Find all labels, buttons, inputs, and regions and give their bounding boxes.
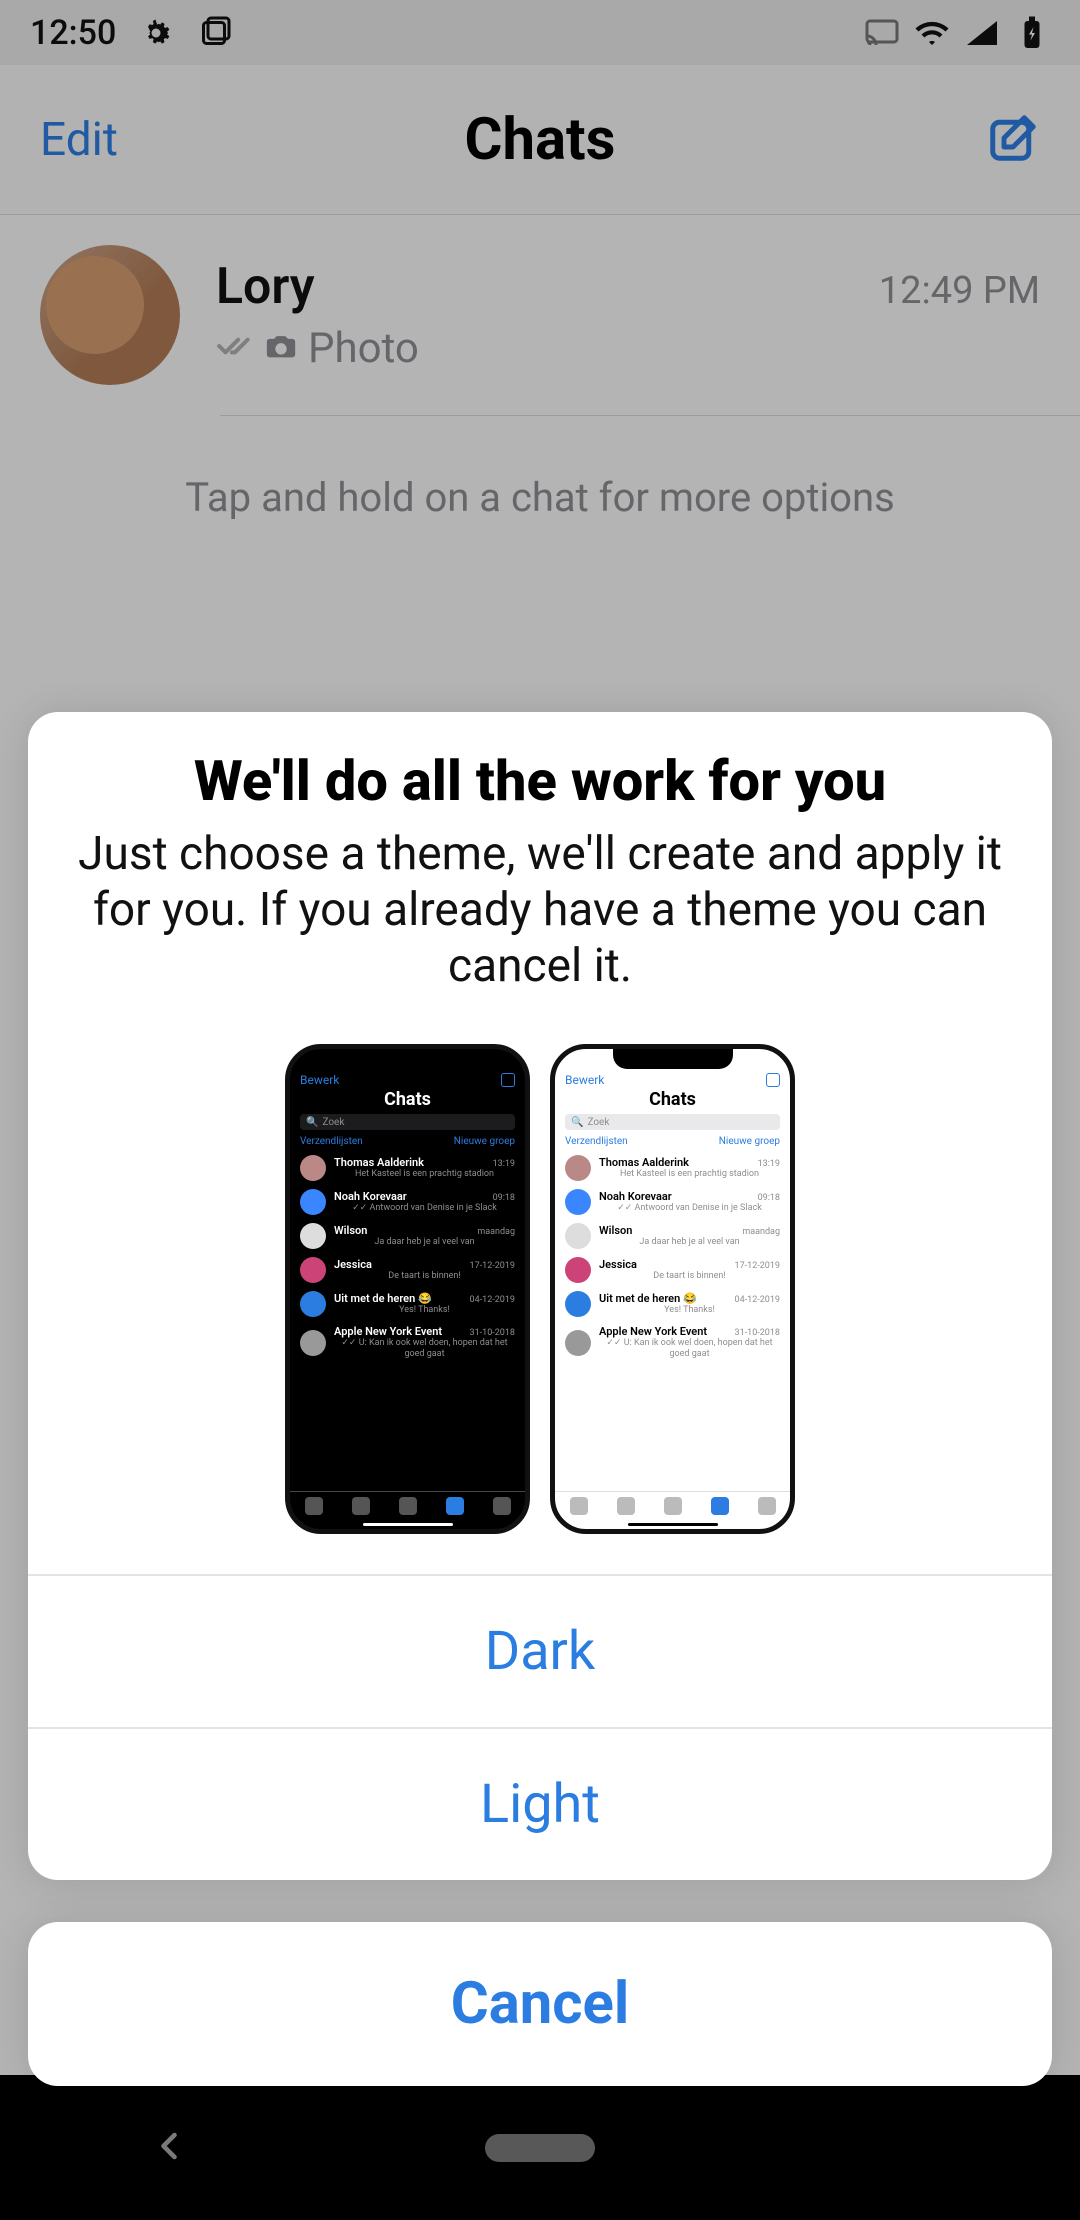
sheet-description: Just choose a theme, we'll create and ap… xyxy=(46,826,1034,994)
preview-light: Bewerk Chats 🔍Zoek VerzendlijstenNieuwe … xyxy=(550,1044,795,1534)
theme-previews: Bewerk Chats 🔍Zoek VerzendlijstenNieuwe … xyxy=(46,1044,1034,1534)
option-dark[interactable]: Dark xyxy=(28,1574,1052,1727)
theme-sheet: We'll do all the work for you Just choos… xyxy=(28,712,1052,1880)
preview-dark: Bewerk Chats 🔍Zoek VerzendlijstenNieuwe … xyxy=(285,1044,530,1534)
cancel-button[interactable]: Cancel xyxy=(28,1922,1052,2086)
option-light[interactable]: Light xyxy=(28,1727,1052,1880)
sheet-title: We'll do all the work for you xyxy=(46,748,1034,814)
